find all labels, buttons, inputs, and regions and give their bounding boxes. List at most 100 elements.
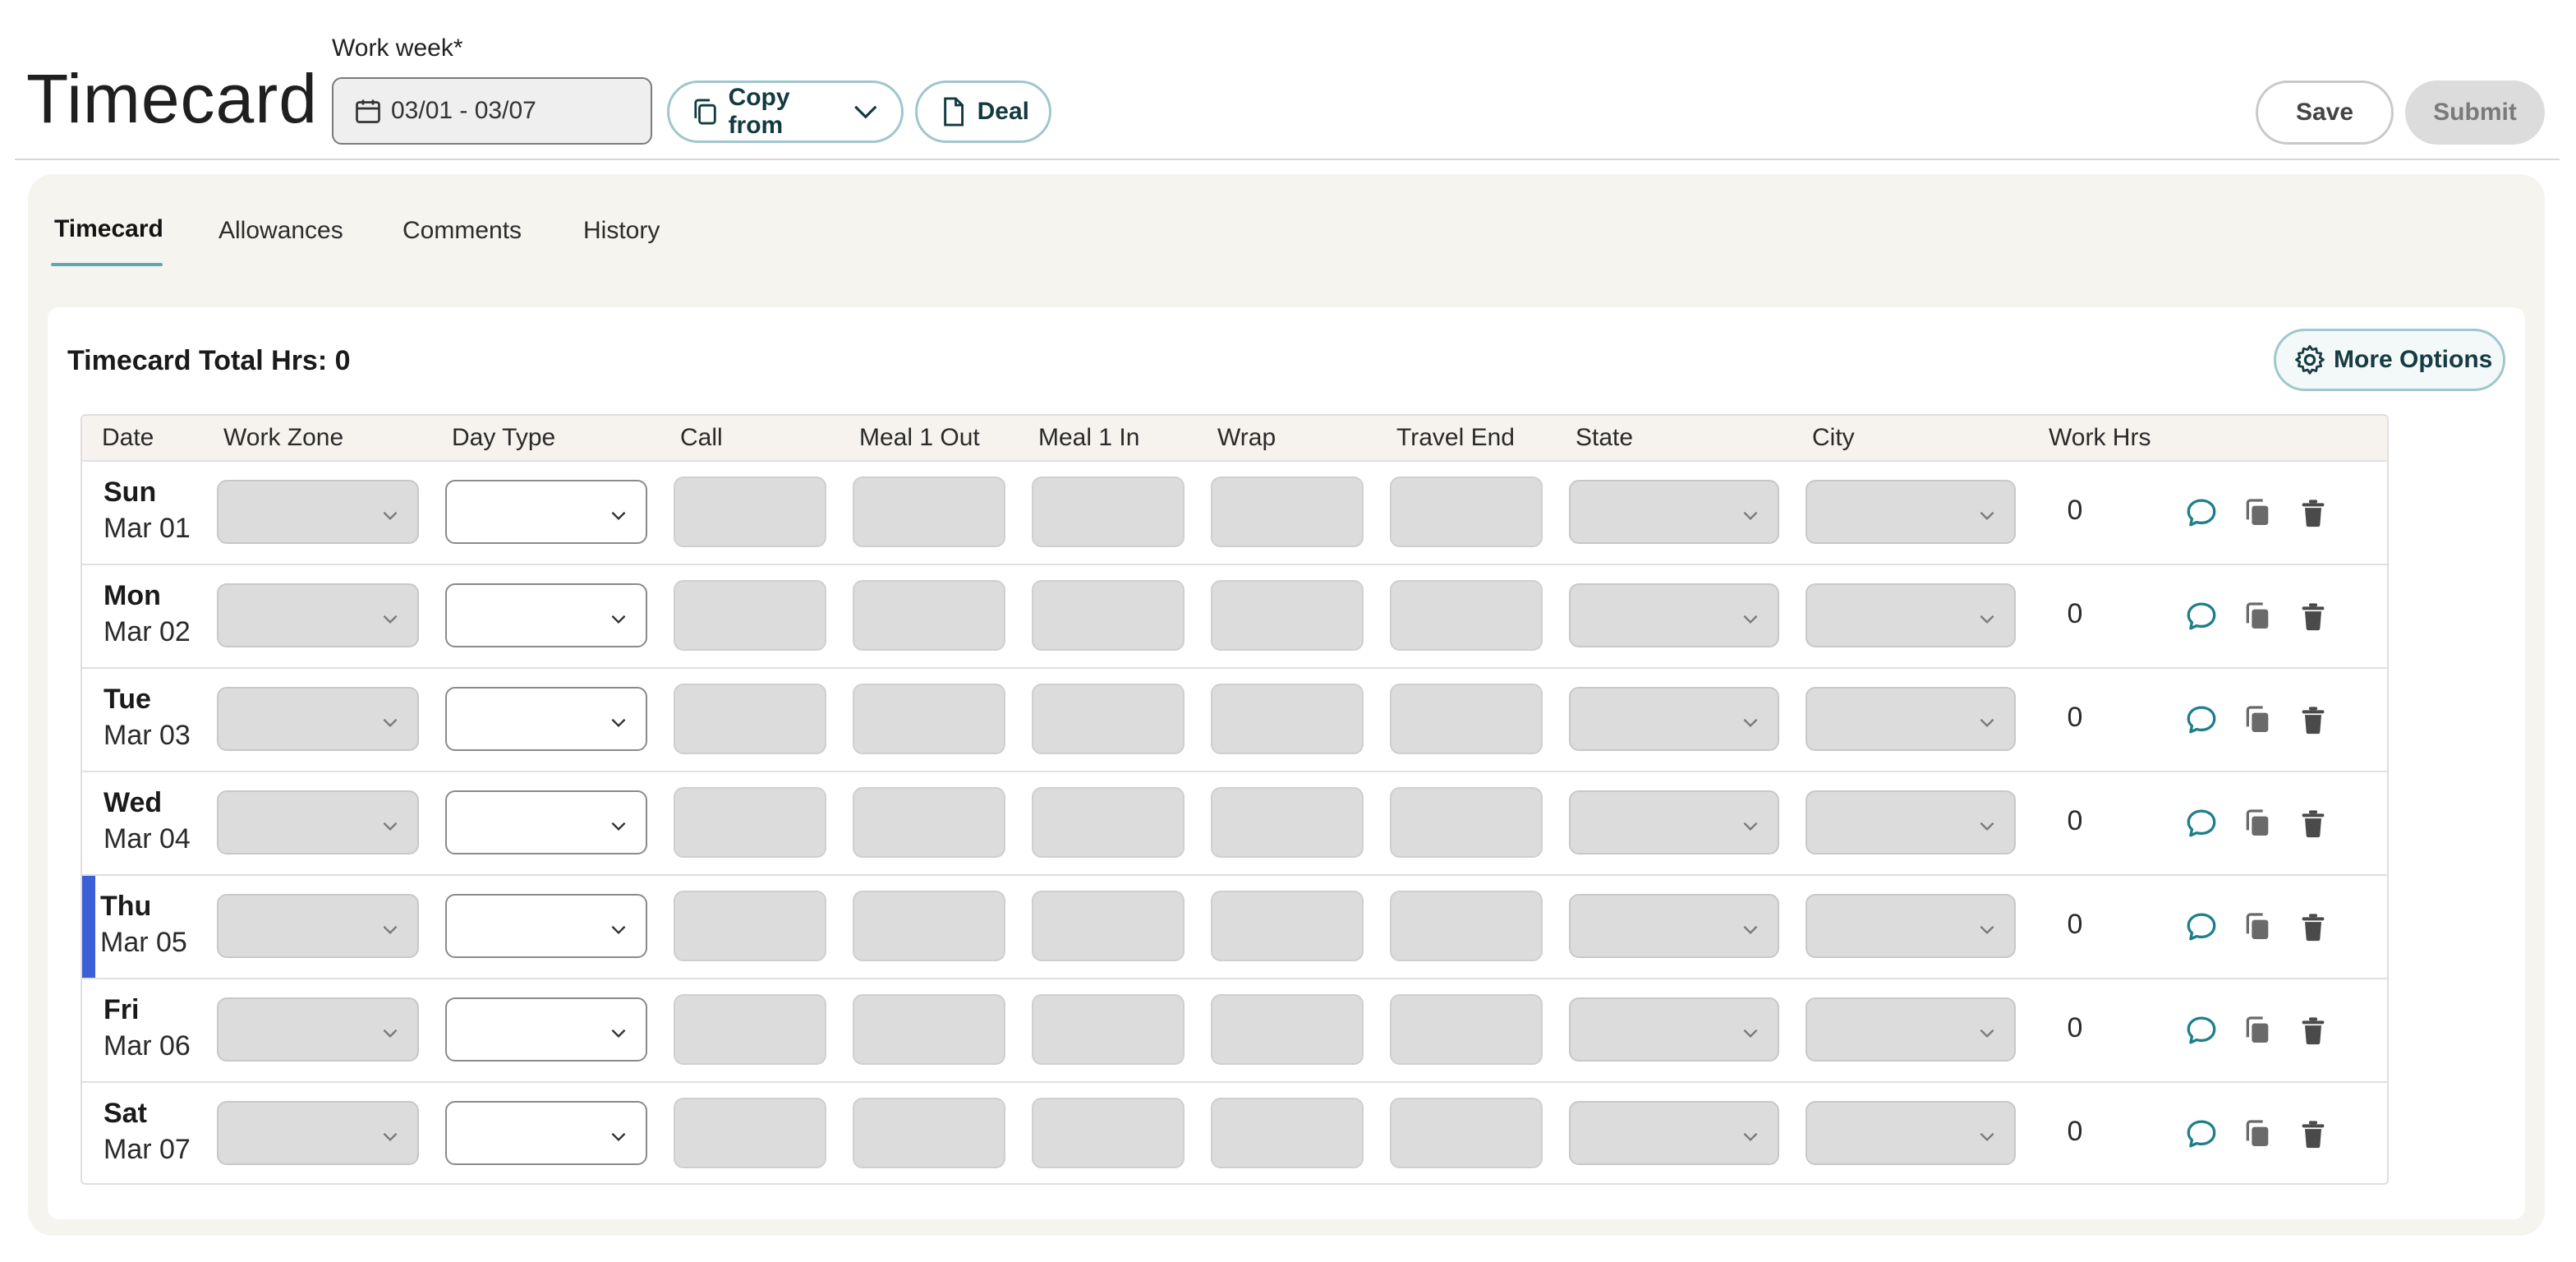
work-hours-value: 0 — [2067, 598, 2083, 629]
comment-icon[interactable] — [2183, 1012, 2220, 1048]
chevron-down-icon — [1980, 1132, 1994, 1142]
work-week-field[interactable]: 03/01 - 03/07 — [332, 77, 652, 145]
wrap-input[interactable] — [1211, 994, 1364, 1065]
trash-icon[interactable] — [2295, 805, 2331, 841]
meal-1-in-input[interactable] — [1032, 787, 1184, 858]
wrap-input[interactable] — [1211, 580, 1364, 651]
trash-icon[interactable] — [2295, 702, 2331, 738]
meal-1-in-input[interactable] — [1032, 994, 1184, 1065]
travel-end-input[interactable] — [1390, 684, 1543, 754]
submit-button[interactable]: Submit — [2405, 81, 2545, 145]
meal-1-in-input[interactable] — [1032, 1098, 1184, 1168]
day-type-select[interactable] — [445, 687, 647, 751]
comment-icon[interactable] — [2183, 495, 2220, 531]
day-type-select[interactable] — [445, 894, 647, 958]
call-input[interactable] — [674, 477, 826, 547]
work-zone-select[interactable] — [217, 480, 419, 544]
trash-icon[interactable] — [2295, 1116, 2331, 1152]
meal-1-out-input[interactable] — [853, 580, 1005, 651]
state-select[interactable] — [1569, 583, 1779, 647]
state-select[interactable] — [1569, 687, 1779, 751]
day-type-select[interactable] — [445, 583, 647, 647]
state-select[interactable] — [1569, 790, 1779, 854]
day-type-select[interactable] — [445, 790, 647, 854]
tab-timecard[interactable]: Timecard — [54, 215, 163, 243]
call-input[interactable] — [674, 1098, 826, 1168]
more-options-button[interactable]: More Options — [2274, 329, 2505, 391]
tab-history[interactable]: History — [583, 217, 660, 245]
city-select[interactable] — [1806, 997, 2016, 1062]
work-zone-select[interactable] — [217, 583, 419, 647]
comment-icon[interactable] — [2183, 1116, 2220, 1152]
meal-1-in-input[interactable] — [1032, 580, 1184, 651]
state-select[interactable] — [1569, 1101, 1779, 1165]
duplicate-icon[interactable] — [2239, 805, 2275, 841]
tab-comments[interactable]: Comments — [402, 217, 522, 245]
work-zone-select[interactable] — [217, 790, 419, 854]
wrap-input[interactable] — [1211, 1098, 1364, 1168]
duplicate-icon[interactable] — [2239, 909, 2275, 945]
day-date: Mar 06 — [104, 1030, 191, 1062]
work-zone-select[interactable] — [217, 894, 419, 958]
city-select[interactable] — [1806, 583, 2016, 647]
duplicate-icon[interactable] — [2239, 1012, 2275, 1048]
table-row: Thu Mar 05 0 — [82, 876, 2387, 979]
duplicate-icon[interactable] — [2239, 495, 2275, 531]
trash-icon[interactable] — [2295, 909, 2331, 945]
comment-icon[interactable] — [2183, 909, 2220, 945]
wrap-input[interactable] — [1211, 787, 1364, 858]
comment-icon[interactable] — [2183, 702, 2220, 738]
trash-icon[interactable] — [2295, 598, 2331, 634]
meal-1-out-input[interactable] — [853, 1098, 1005, 1168]
duplicate-icon[interactable] — [2239, 598, 2275, 634]
wrap-input[interactable] — [1211, 684, 1364, 754]
call-input[interactable] — [674, 580, 826, 651]
day-type-select[interactable] — [445, 480, 647, 544]
meal-1-out-input[interactable] — [853, 994, 1005, 1065]
call-input[interactable] — [674, 891, 826, 961]
travel-end-input[interactable] — [1390, 891, 1543, 961]
meal-1-out-input[interactable] — [853, 684, 1005, 754]
wrap-input[interactable] — [1211, 891, 1364, 961]
comment-icon[interactable] — [2183, 598, 2220, 634]
save-button[interactable]: Save — [2256, 81, 2394, 145]
work-zone-select[interactable] — [217, 687, 419, 751]
travel-end-input[interactable] — [1390, 477, 1543, 547]
meal-1-out-input[interactable] — [853, 891, 1005, 961]
tab-allowances[interactable]: Allowances — [218, 217, 343, 245]
duplicate-icon[interactable] — [2239, 702, 2275, 738]
city-select[interactable] — [1806, 687, 2016, 751]
call-input[interactable] — [674, 994, 826, 1065]
meal-1-out-input[interactable] — [853, 477, 1005, 547]
day-type-select[interactable] — [445, 1101, 647, 1165]
trash-icon[interactable] — [2295, 1012, 2331, 1048]
meal-1-in-input[interactable] — [1032, 684, 1184, 754]
travel-end-input[interactable] — [1390, 580, 1543, 651]
state-select[interactable] — [1569, 894, 1779, 958]
travel-end-input[interactable] — [1390, 1098, 1543, 1168]
deal-button[interactable]: Deal — [915, 81, 1051, 143]
copy-from-button[interactable]: Copy from — [667, 81, 904, 143]
meal-1-in-input[interactable] — [1032, 891, 1184, 961]
wrap-input[interactable] — [1211, 477, 1364, 547]
call-input[interactable] — [674, 684, 826, 754]
work-week-label: Work week* — [332, 35, 463, 62]
state-select[interactable] — [1569, 997, 1779, 1062]
trash-icon[interactable] — [2295, 495, 2331, 531]
city-select[interactable] — [1806, 790, 2016, 854]
work-zone-select[interactable] — [217, 997, 419, 1062]
state-select[interactable] — [1569, 480, 1779, 544]
meal-1-in-input[interactable] — [1032, 477, 1184, 547]
meal-1-out-input[interactable] — [853, 787, 1005, 858]
travel-end-input[interactable] — [1390, 787, 1543, 858]
day-type-select[interactable] — [445, 997, 647, 1062]
active-tab-indicator — [51, 263, 163, 266]
call-input[interactable] — [674, 787, 826, 858]
city-select[interactable] — [1806, 894, 2016, 958]
city-select[interactable] — [1806, 1101, 2016, 1165]
city-select[interactable] — [1806, 480, 2016, 544]
travel-end-input[interactable] — [1390, 994, 1543, 1065]
work-zone-select[interactable] — [217, 1101, 419, 1165]
duplicate-icon[interactable] — [2239, 1116, 2275, 1152]
comment-icon[interactable] — [2183, 805, 2220, 841]
